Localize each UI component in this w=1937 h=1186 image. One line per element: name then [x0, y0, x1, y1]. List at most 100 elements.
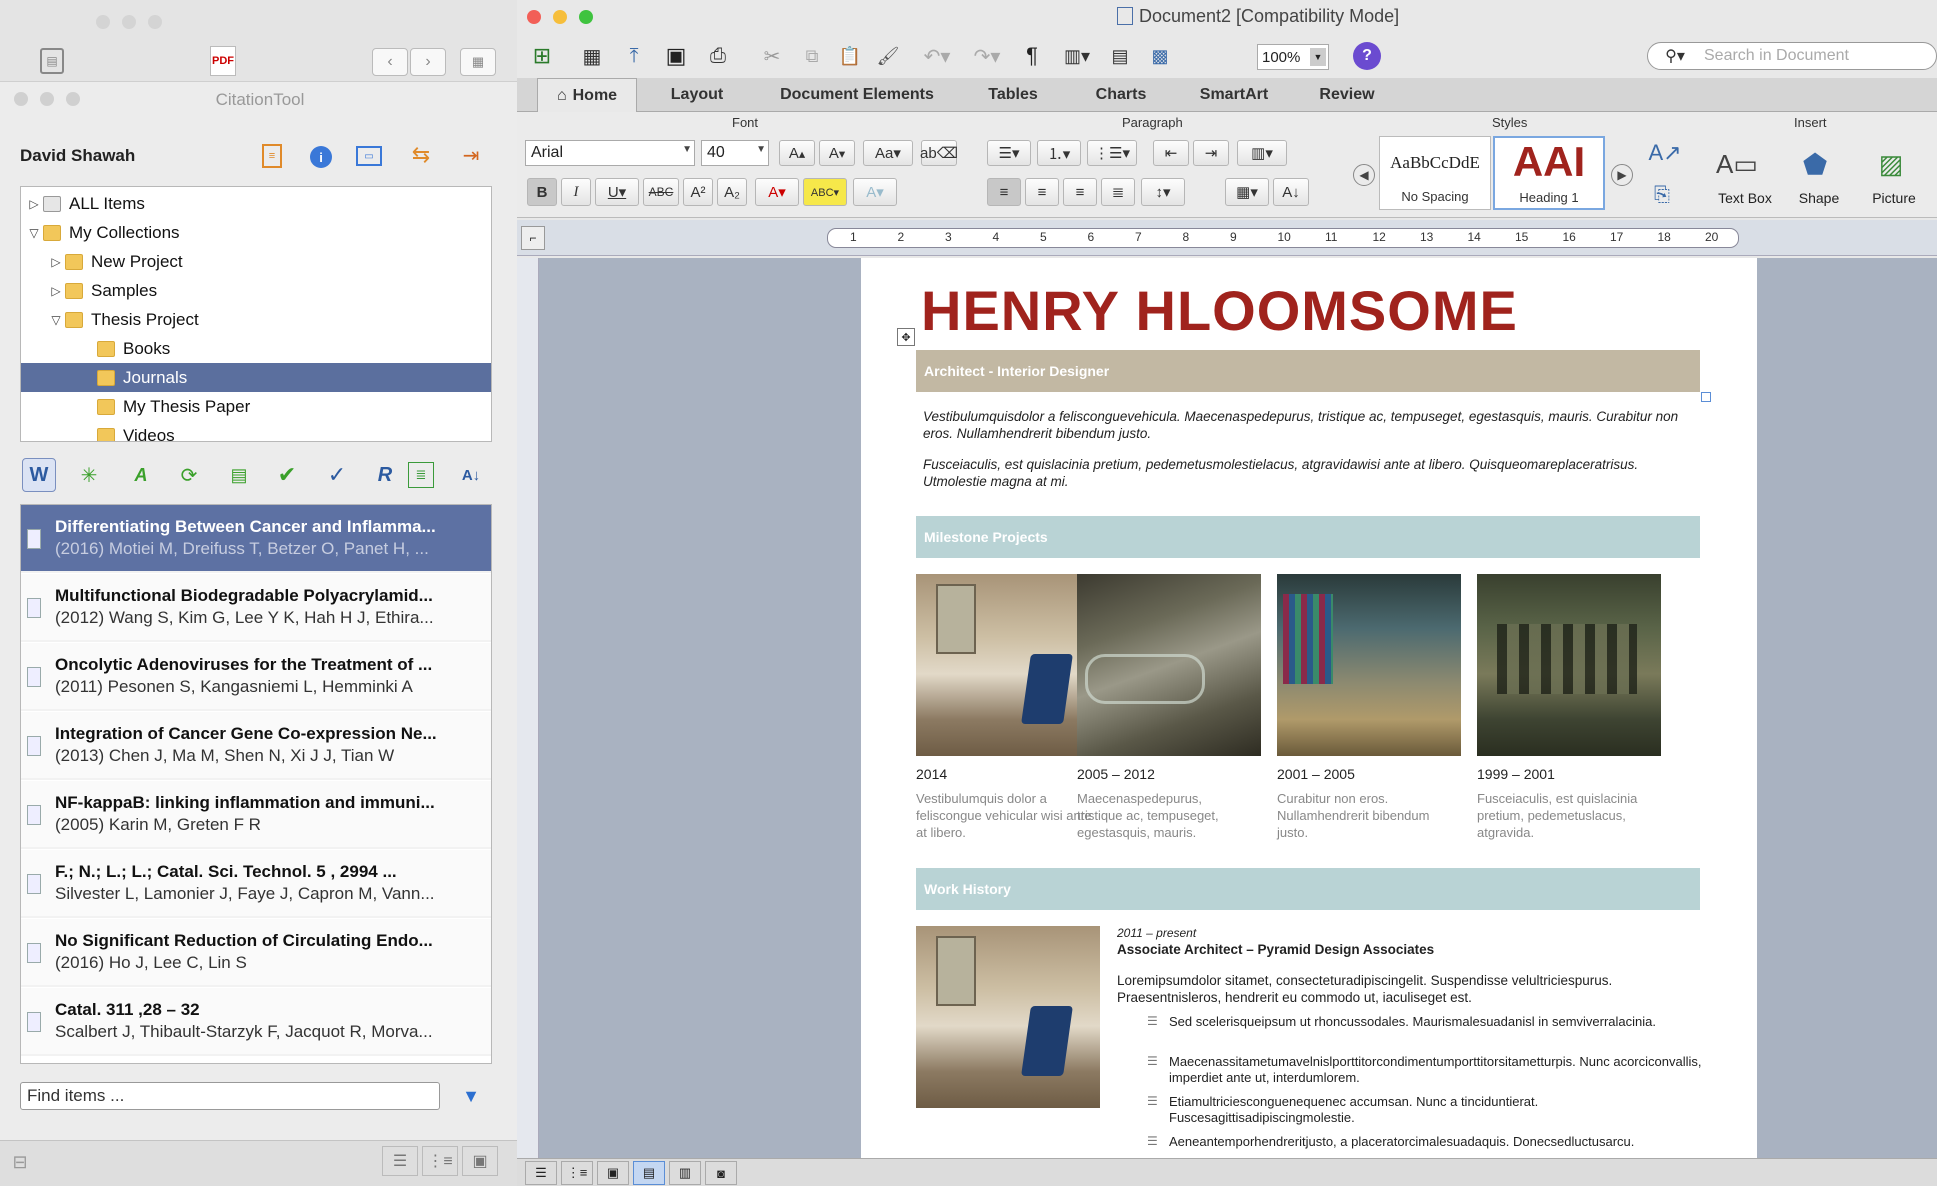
- publishing-view-icon[interactable]: ▣: [597, 1161, 629, 1185]
- work-history-photo[interactable]: [916, 926, 1100, 1108]
- list-item[interactable]: NF-kappaB: linking inflammation and immu…: [21, 781, 491, 849]
- tab-home[interactable]: ⌂ Home: [537, 78, 637, 112]
- tab-tables[interactable]: Tables: [963, 80, 1063, 110]
- change-case-button[interactable]: Aa▾: [863, 140, 913, 166]
- manage-styles-icon[interactable]: ⎘: [1647, 180, 1677, 210]
- refresh-icon[interactable]: ⟳: [176, 462, 202, 488]
- justify-button[interactable]: ≣: [1101, 178, 1135, 206]
- align-center-button[interactable]: ≡: [1025, 178, 1059, 206]
- tree-item-thesis-project[interactable]: ▽ Thesis Project: [21, 305, 491, 334]
- align-left-button[interactable]: ≡: [987, 178, 1021, 206]
- styles-next-icon[interactable]: ▶: [1611, 164, 1633, 186]
- inactive-minimize-button[interactable]: [122, 15, 136, 29]
- shape-icon[interactable]: ⬟: [1787, 144, 1843, 184]
- font-size-select[interactable]: 40 ▼: [701, 140, 769, 166]
- checkmark-icon[interactable]: ✔: [274, 462, 300, 488]
- inactive-close-button[interactable]: [96, 15, 110, 29]
- expand-triangle-icon[interactable]: ▷: [25, 197, 43, 211]
- sort-icon[interactable]: A↓: [458, 462, 484, 488]
- inactive-zoom-button[interactable]: [148, 15, 162, 29]
- search-icon[interactable]: ⚲▾: [1657, 44, 1693, 68]
- list-item[interactable]: Oncolytic Adenoviruses for the Treatment…: [21, 643, 491, 711]
- milestone-photo-4[interactable]: [1477, 574, 1661, 756]
- verify-icon[interactable]: ✓: [324, 462, 350, 488]
- style-no-spacing[interactable]: AaBbCcDdE No Spacing: [1379, 136, 1491, 210]
- media-view-icon[interactable]: ▣: [462, 1146, 498, 1176]
- tree-item-new-project[interactable]: ▷ New Project: [21, 247, 491, 276]
- numbering-button[interactable]: ⒈▾: [1037, 140, 1081, 166]
- highlight-button[interactable]: ABC▾: [803, 178, 847, 206]
- tree-item-journals[interactable]: Journals: [21, 363, 491, 392]
- tab-stop-selector-icon[interactable]: ⌐: [521, 226, 545, 250]
- filter-icon[interactable]: ▼: [458, 1082, 484, 1110]
- intro-paragraph-1[interactable]: Vestibulumquisdolor a felisconguevehicul…: [923, 408, 1683, 442]
- sidebar-toggle-icon[interactable]: ⊟: [6, 1148, 34, 1176]
- tree-item-samples[interactable]: ▷ Samples: [21, 276, 491, 305]
- focus-view-icon[interactable]: ◙: [705, 1161, 737, 1185]
- tab-charts[interactable]: Charts: [1071, 80, 1171, 110]
- table-move-handle-icon[interactable]: ✥: [897, 328, 915, 346]
- expand-triangle-icon[interactable]: ▷: [47, 284, 65, 298]
- grow-font-button[interactable]: A ▴: [779, 140, 815, 166]
- intro-paragraph-2[interactable]: Fusceiaculis, est quislacinia pretium, p…: [923, 456, 1683, 490]
- vertical-ruler[interactable]: [517, 258, 539, 1158]
- reference-icon[interactable]: R: [372, 462, 398, 488]
- milestone-photo-1[interactable]: [916, 574, 1100, 756]
- export-icon[interactable]: ⇥: [458, 142, 484, 168]
- word-plugin-icon[interactable]: W: [22, 458, 56, 492]
- horizontal-ruler[interactable]: 1 2 3 4 5 6 7 8 9 10 11 12 13 14 15 16 17 18 20: [827, 228, 1739, 248]
- multilevel-list-button[interactable]: ⋮☰▾: [1087, 140, 1137, 166]
- find-items-input[interactable]: Find items ...: [20, 1082, 440, 1110]
- list-item[interactable]: Differentiating Between Cancer and Infla…: [21, 505, 491, 573]
- subscript-button[interactable]: A₂: [717, 178, 747, 206]
- styles-pane-icon[interactable]: A↗: [1645, 138, 1685, 168]
- font-name-select[interactable]: Arial ▼: [525, 140, 695, 166]
- minimize-button[interactable]: [553, 10, 567, 24]
- cut-icon[interactable]: ✂: [757, 40, 787, 72]
- sort-button[interactable]: A↓: [1273, 178, 1309, 206]
- bold-button[interactable]: B: [527, 178, 557, 206]
- save-icon[interactable]: ▤: [40, 48, 64, 74]
- pdf-icon[interactable]: PDF: [210, 46, 236, 76]
- align-right-button[interactable]: ≡: [1063, 178, 1097, 206]
- bibliography-icon[interactable]: ▤: [226, 462, 252, 488]
- underline-button[interactable]: U▾: [595, 178, 639, 206]
- back-icon[interactable]: ‹: [372, 48, 408, 76]
- borders-button[interactable]: ▦▾: [1225, 178, 1269, 206]
- show-formatting-icon[interactable]: ¶: [1017, 40, 1047, 72]
- style-heading-1[interactable]: AAI Heading 1: [1493, 136, 1605, 210]
- font-color-button[interactable]: A▾: [755, 178, 799, 206]
- tree-item-my-collections[interactable]: ▽ My Collections: [21, 218, 491, 247]
- draft-view-icon[interactable]: ☰: [525, 1161, 557, 1185]
- forward-icon[interactable]: ›: [410, 48, 446, 76]
- tree-item-books[interactable]: Books: [21, 334, 491, 363]
- bullets-button[interactable]: ☰▾: [987, 140, 1031, 166]
- format-painter-icon[interactable]: 🖌: [873, 40, 903, 72]
- tab-smartart[interactable]: SmartArt: [1179, 80, 1289, 110]
- media-browser-icon[interactable]: ▩: [1145, 40, 1175, 72]
- print-layout-view-icon[interactable]: ▤: [633, 1161, 665, 1185]
- tab-review[interactable]: Review: [1297, 80, 1397, 110]
- list-icon[interactable]: ≣: [408, 462, 434, 488]
- tab-layout[interactable]: Layout: [647, 80, 747, 110]
- collapse-triangle-icon[interactable]: ▽: [25, 226, 43, 240]
- italic-button[interactable]: I: [561, 178, 591, 206]
- notebook-view-icon[interactable]: ▥: [669, 1161, 701, 1185]
- document-icon[interactable]: ≡: [262, 144, 282, 168]
- increase-indent-button[interactable]: ⇥: [1193, 140, 1229, 166]
- edit-citation-icon[interactable]: A: [128, 462, 154, 488]
- grid-view-icon[interactable]: ▦: [460, 48, 496, 76]
- print-icon[interactable]: ⎙: [703, 40, 733, 72]
- tree-item-videos[interactable]: Videos: [21, 421, 491, 441]
- shrink-font-button[interactable]: A ▾: [819, 140, 855, 166]
- list-item[interactable]: Multifunctional Biodegradable Polyacryla…: [21, 574, 491, 642]
- zoom-select[interactable]: 100% ▼: [1257, 44, 1329, 70]
- tab-document-elements[interactable]: Document Elements: [757, 80, 957, 110]
- insert-citation-icon[interactable]: ✳: [76, 462, 102, 488]
- paste-icon[interactable]: 📋: [835, 40, 865, 72]
- redo-icon[interactable]: ↷▾: [967, 40, 1007, 72]
- sync-icon[interactable]: ⇆: [408, 142, 434, 168]
- outline-view-icon[interactable]: ⋮≡: [422, 1146, 458, 1176]
- columns-button[interactable]: ▥▾: [1237, 140, 1287, 166]
- tree-item-my-thesis-paper[interactable]: My Thesis Paper: [21, 392, 491, 421]
